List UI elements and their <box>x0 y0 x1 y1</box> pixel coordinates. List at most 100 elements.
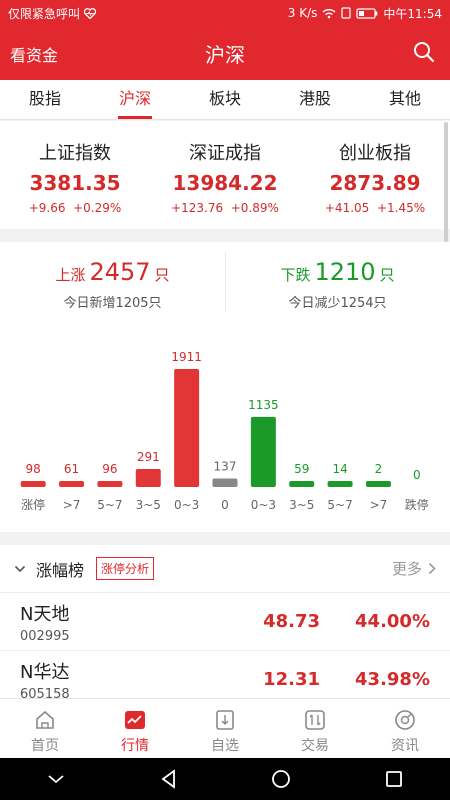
nav-market[interactable]: 行情 <box>90 699 180 758</box>
index-change: +123.76 +0.89% <box>171 201 279 215</box>
nav-trade-label: 交易 <box>301 738 329 754</box>
index-card-shanghai[interactable]: 上证指数 3381.35 +9.66 +0.29% <box>0 121 150 229</box>
more-link[interactable]: 更多 <box>392 558 436 579</box>
bar-value-label-7: 59 <box>294 462 309 476</box>
bar-1 <box>59 481 85 487</box>
bar-category-label-7: 3~5 <box>289 498 314 512</box>
gainers-header: 涨幅榜 涨停分析 更多 <box>0 545 450 593</box>
index-value: 3381.35 <box>29 171 121 195</box>
gainers-list: 涨幅榜 涨停分析 更多 N天地 002995 48.73 44.00% N华达 … <box>0 545 450 698</box>
bar-category-label-5: 0 <box>221 498 229 512</box>
market-tabs: 股指 沪深 板块 港股 其他 <box>0 80 450 120</box>
bar-4 <box>174 369 200 487</box>
decliners-sub: 今日减少1254只 <box>288 296 387 311</box>
decliners-unit: 只 <box>379 266 395 284</box>
tab-other[interactable]: 其他 <box>360 80 450 119</box>
nav-watchlist-label: 自选 <box>211 738 239 754</box>
index-name: 上证指数 <box>39 143 111 164</box>
bar-value-label-1: 61 <box>64 462 79 476</box>
bar-value-label-8: 14 <box>332 462 347 476</box>
collapse-icon[interactable] <box>45 768 67 790</box>
chevron-down-icon[interactable] <box>14 563 26 575</box>
decliners-count: 1210 <box>314 258 376 286</box>
news-icon <box>395 710 415 730</box>
page-title: 沪深 <box>205 43 245 67</box>
tab-shanghai-shenzhen[interactable]: 沪深 <box>90 80 180 119</box>
network-speed: 3 K/s <box>287 6 318 20</box>
status-time: 中午11:54 <box>383 6 442 21</box>
index-name: 创业板指 <box>339 143 411 164</box>
index-card-shenzhen[interactable]: 深证成指 13984.22 +123.76 +0.89% <box>150 121 300 229</box>
nav-home[interactable]: 首页 <box>0 699 90 758</box>
nav-trade[interactable]: 交易 <box>270 699 360 758</box>
bar-category-label-8: 5~7 <box>327 498 352 512</box>
table-row[interactable]: N华达 605158 12.31 43.98% <box>0 651 450 699</box>
tab-sector[interactable]: 板块 <box>180 80 270 119</box>
index-value: 13984.22 <box>172 171 278 195</box>
home-button-icon[interactable] <box>270 768 292 790</box>
bar-2 <box>97 481 123 487</box>
watchlist-icon <box>216 710 234 730</box>
bottom-navigation: 首页 行情 自选 交易 资讯 <box>0 698 450 758</box>
bar-value-label-9: 2 <box>375 462 383 476</box>
index-change: +41.05 +1.45% <box>324 201 426 215</box>
stock-change-pct: 44.00% <box>355 611 430 632</box>
index-change: +9.66 +0.29% <box>28 201 122 215</box>
status-bar: 仅限紧急呼叫 3 K/s 中午11:54 <box>0 0 450 26</box>
gainers-title: 涨幅榜 <box>36 560 85 580</box>
bar-category-label-9: >7 <box>370 498 388 512</box>
advancers-unit: 只 <box>154 266 170 284</box>
nav-news-label: 资讯 <box>391 738 419 754</box>
bar-category-label-6: 0~3 <box>251 498 276 512</box>
bar-value-label-10: 0 <box>413 468 421 482</box>
scrollbar[interactable] <box>444 122 448 242</box>
wifi-icon <box>322 8 336 18</box>
nav-news[interactable]: 资讯 <box>360 699 450 758</box>
stock-code: 605158 <box>20 686 70 699</box>
tab-index[interactable]: 股指 <box>0 80 90 119</box>
bar-value-label-5: 137 <box>214 460 237 474</box>
nav-watchlist[interactable]: 自选 <box>180 699 270 758</box>
recent-apps-icon[interactable] <box>383 768 405 790</box>
distribution-bars: 98 涨停 61 >7 96 5~7 291 3~5 1911 0~3 137 0 1135 0~3 59 3… <box>20 350 429 512</box>
search-icon[interactable] <box>412 40 436 64</box>
bar-category-label-3: 3~5 <box>136 498 161 512</box>
system-navigation-bar <box>0 758 450 800</box>
bar-category-label-1: >7 <box>63 498 81 512</box>
bar-7 <box>289 481 315 487</box>
index-name: 深证成指 <box>189 143 261 164</box>
trade-icon <box>305 710 325 730</box>
tab-hongkong[interactable]: 港股 <box>270 80 360 119</box>
bar-value-label-3: 291 <box>137 450 160 464</box>
chevron-right-icon <box>428 562 436 575</box>
stock-change-pct: 43.98% <box>355 669 430 690</box>
nav-market-label: 行情 <box>121 738 149 754</box>
bar-category-label-4: 0~3 <box>174 498 199 512</box>
nav-home-label: 首页 <box>31 738 59 754</box>
index-card-chinext[interactable]: 创业板指 2873.89 +41.05 +1.45% <box>300 121 450 229</box>
advancers-sub: 今日新增1205只 <box>63 296 162 311</box>
bar-6 <box>250 416 276 487</box>
limit-up-analysis-button[interactable]: 涨停分析 <box>96 557 155 580</box>
decliners-label: 下跌 <box>280 266 311 284</box>
advancers-label: 上涨 <box>55 266 86 284</box>
table-row[interactable]: N天地 002995 48.73 44.00% <box>0 593 450 651</box>
index-cards: 上证指数 3381.35 +9.66 +0.29% 深证成指 13984.22 … <box>0 121 450 229</box>
battery-icon <box>356 7 378 19</box>
back-icon[interactable] <box>158 768 180 790</box>
bar-category-label-2: 5~7 <box>97 498 122 512</box>
sim-icon <box>341 7 352 19</box>
advancers-count: 2457 <box>89 258 151 286</box>
bar-0 <box>20 480 46 487</box>
advance-decline-summary: 上涨 2457 只 今日新增1205只 下跌 1210 只 今日减少1254只 <box>0 242 450 322</box>
market-chart-icon <box>125 711 145 729</box>
bar-value-label-6: 1135 <box>248 398 279 412</box>
advancers: 上涨 2457 只 今日新增1205只 <box>0 242 225 322</box>
bar-9 <box>365 481 391 487</box>
stock-name: N华达 <box>20 661 70 683</box>
decliners: 下跌 1210 只 今日减少1254只 <box>225 242 450 322</box>
stock-code: 002995 <box>20 628 70 644</box>
stock-name: N天地 <box>20 603 70 625</box>
app-header: 看资金 沪深 <box>0 26 450 80</box>
bar-8 <box>327 481 353 487</box>
